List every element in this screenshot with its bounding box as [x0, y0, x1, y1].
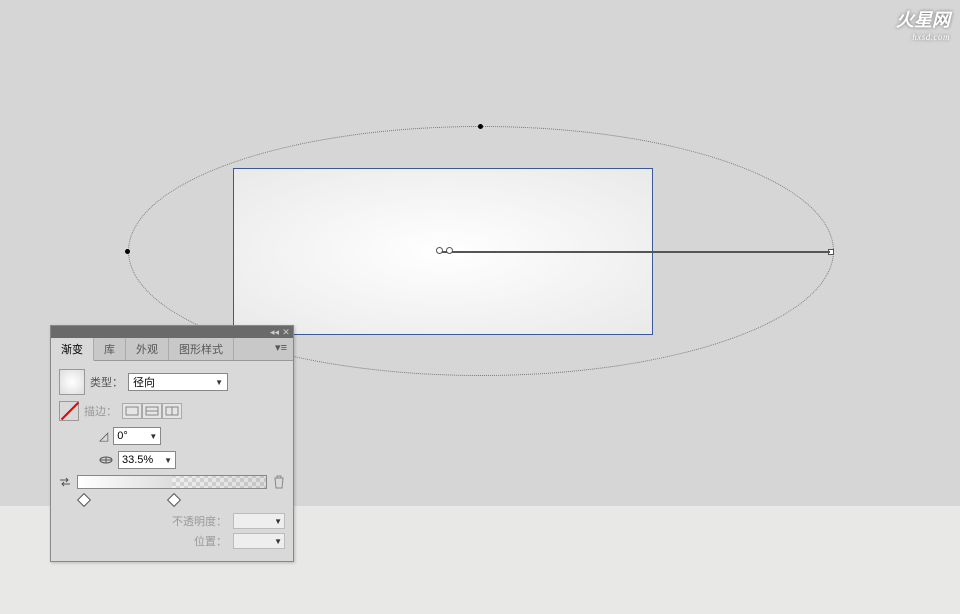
tab-graphic-styles[interactable]: 图形样式: [169, 338, 234, 360]
trash-icon[interactable]: [273, 475, 285, 489]
none-slash-icon: [61, 402, 79, 420]
tab-gradient[interactable]: 渐变: [51, 338, 94, 361]
gradient-annotator-line[interactable]: [440, 251, 830, 253]
gradient-panel: ◂◂ ✕ 渐变 库 外观 图形样式 ▾≡ 类型： 径向 ▼ 描边： ◿: [50, 325, 294, 562]
stroke-swatch[interactable]: [59, 401, 79, 421]
chevron-down-icon: ▼: [274, 537, 282, 546]
watermark-url: hxsd.com: [896, 32, 950, 42]
stroke-across-button[interactable]: [162, 403, 182, 419]
angle-value: 0°: [117, 430, 128, 442]
gradient-fill-swatch[interactable]: [59, 369, 85, 395]
location-label: 位置：: [194, 533, 227, 549]
aspect-value: 33.5%: [122, 454, 153, 466]
ellipse-top-handle[interactable]: [478, 124, 483, 129]
opacity-label: 不透明度：: [172, 513, 227, 529]
gradient-start-handle[interactable]: [446, 247, 453, 254]
chevron-down-icon: ▼: [274, 517, 282, 526]
stroke-align-buttons: [122, 403, 182, 419]
gradient-ramp[interactable]: [77, 475, 267, 489]
panel-tabs: 渐变 库 外观 图形样式 ▾≡: [51, 338, 293, 361]
type-value: 径向: [133, 374, 155, 390]
watermark-title: 火星网: [896, 10, 950, 30]
opacity-input[interactable]: ▼: [233, 513, 285, 529]
watermark: 火星网 hxsd.com: [896, 6, 950, 42]
type-dropdown[interactable]: 径向 ▼: [128, 373, 228, 391]
type-label: 类型：: [90, 374, 123, 390]
chevron-down-icon: ▼: [164, 456, 172, 465]
aspect-input[interactable]: 33.5% ▼: [118, 451, 176, 469]
panel-menu-icon[interactable]: ▾≡: [269, 338, 293, 360]
location-input[interactable]: ▼: [233, 533, 285, 549]
tab-library[interactable]: 库: [94, 338, 126, 360]
angle-icon: ◿: [99, 429, 108, 443]
ellipse-left-handle[interactable]: [125, 249, 130, 254]
panel-body: 类型： 径向 ▼ 描边： ◿ 0° ▼: [51, 361, 293, 561]
angle-input[interactable]: 0° ▼: [113, 427, 161, 445]
reverse-gradient-icon[interactable]: [59, 476, 71, 488]
panel-titlebar[interactable]: ◂◂ ✕: [51, 326, 293, 338]
tab-appearance[interactable]: 外观: [126, 338, 169, 360]
aspect-ratio-icon: [99, 453, 113, 467]
gradient-stops: [79, 495, 285, 505]
stroke-along-button[interactable]: [142, 403, 162, 419]
gradient-origin-handle[interactable]: [436, 247, 443, 254]
chevron-down-icon: ▼: [149, 432, 157, 441]
gradient-stop-right[interactable]: [167, 493, 181, 507]
chevron-down-icon: ▼: [215, 378, 223, 387]
close-icon[interactable]: ✕: [281, 327, 291, 337]
gradient-stop-left[interactable]: [77, 493, 91, 507]
stroke-label: 描边：: [84, 403, 117, 419]
collapse-icon[interactable]: ◂◂: [270, 328, 279, 337]
stroke-within-button[interactable]: [122, 403, 142, 419]
